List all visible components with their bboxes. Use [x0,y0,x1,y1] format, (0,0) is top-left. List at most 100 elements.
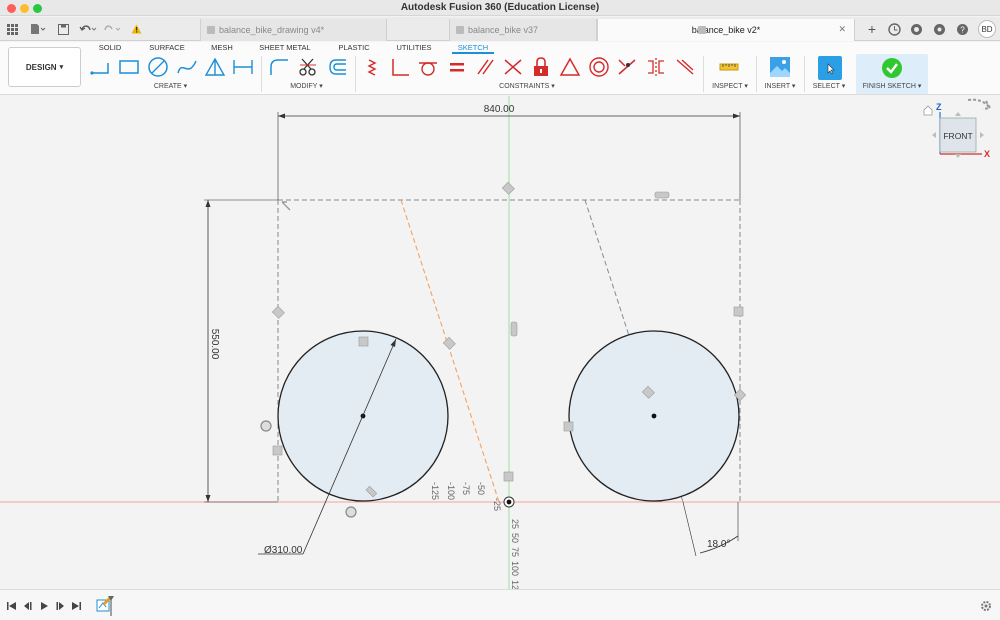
play-icon[interactable] [38,600,50,612]
height-dimension-text[interactable]: 550.00 [209,329,220,360]
timeline-marker[interactable] [108,596,114,616]
constraint-glyph-icon[interactable] [501,181,515,195]
constraints-group-label[interactable]: CONSTRAINTS ▾ [495,82,559,90]
warning-icon[interactable] [129,20,143,38]
measure-ruler-icon[interactable] [718,56,740,78]
perpendicular-glyph-icon[interactable] [281,201,291,211]
ruler-tick: 125 [510,580,520,589]
fillet-tool-icon[interactable] [268,56,290,78]
trim-scissors-icon[interactable] [297,56,319,78]
ruler-tick: 50 [510,533,520,543]
redo-icon[interactable] [102,20,122,38]
tab-balance-bike-v2[interactable]: balance_bike v2* ✕ [597,19,855,41]
perpendicular-constraint-icon[interactable] [389,56,411,78]
fix-lock-icon[interactable] [530,56,552,78]
job-status-icon[interactable] [886,20,902,38]
tab-plastic[interactable]: PLASTIC [335,42,373,54]
width-dimension-text[interactable]: 840.00 [484,104,515,115]
angle-extension-line [682,501,697,557]
collinear-constraint-icon[interactable] [616,56,638,78]
drawing-doc-icon [207,26,215,34]
finish-sketch-button[interactable]: FINISH SKETCH ▾ [858,82,926,90]
tab-solid[interactable]: SOLID [95,42,125,54]
line-tool-icon[interactable] [90,56,112,78]
tab-balance-bike-drawing[interactable]: balance_bike_drawing v4* [200,19,387,41]
constraint-glyph-icon[interactable] [733,306,744,317]
window-title: Autodesk Fusion 360 (Education License) [400,2,600,13]
spline-tool-icon[interactable] [176,56,198,78]
insert-group-label[interactable]: INSERT ▾ [762,82,798,90]
step-back-icon[interactable] [22,600,34,612]
midpoint-constraint-icon[interactable] [502,56,524,78]
viewcube[interactable]: Z X FRONT [916,96,1000,166]
angle-dimension-text[interactable]: 18.0° [707,539,730,550]
finish-sketch-check-icon[interactable] [880,56,904,80]
create-group-label[interactable]: CREATE ▾ [148,82,193,90]
tab-surface[interactable]: SURFACE [147,42,187,54]
new-tab-icon[interactable]: + [864,20,880,38]
ruler-x-ticks: 25 50 75 100 125 [510,519,520,589]
tab-sheet-metal[interactable]: SHEET METAL [257,42,313,54]
circle-tool-icon[interactable] [147,56,169,78]
sketch-canvas[interactable]: 840.00 550.00 Ø310.00 18.0° -25 -50 -75 … [0,96,1000,589]
step-forward-icon[interactable] [54,600,66,612]
triangle-tool-icon[interactable] [204,56,226,78]
go-to-start-icon[interactable] [6,600,18,612]
select-cursor-icon[interactable] [818,56,842,80]
tangent-constraint-icon[interactable] [417,56,439,78]
horizontal-constraint-icon[interactable] [654,191,670,199]
tab-mesh[interactable]: MESH [208,42,236,54]
equal-constraint-icon[interactable] [446,56,468,78]
tab-sketch[interactable]: SKETCH [452,42,494,54]
tangent-glyph-icon[interactable] [358,336,369,347]
coincident-constraint-icon[interactable] [361,56,383,78]
vertical-constraint-icon[interactable] [510,321,518,337]
inspect-group-label[interactable]: INSPECT ▾ [710,82,750,90]
constraint-glyph-icon[interactable] [271,305,285,319]
go-to-end-icon[interactable] [70,600,82,612]
timeline-settings-gear-icon[interactable] [980,600,992,612]
ruler-tick: 75 [510,547,520,557]
workspace-switcher-button[interactable]: DESIGN ▾ [8,47,81,87]
parallel-glyph-icon[interactable] [442,336,456,350]
rear-wheel-center-point[interactable] [651,413,657,419]
modify-group-label[interactable]: MODIFY ▾ [284,82,329,90]
coincident-glyph-icon[interactable] [503,471,514,482]
symmetry-constraint-icon[interactable] [645,56,667,78]
svg-text:?: ? [960,25,965,34]
ribbon-toolbar: DESIGN ▾ SOLID SURFACE MESH SHEET METAL … [0,42,1000,95]
tab-utilities[interactable]: UTILITIES [393,42,435,54]
curvature-constraint-icon[interactable] [674,56,696,78]
home-view-icon[interactable] [923,105,933,116]
concentric-glyph-icon[interactable] [260,420,272,432]
user-avatar[interactable]: BD [978,20,996,38]
sketch-drawing[interactable]: 840.00 550.00 Ø310.00 18.0° -25 -50 -75 … [0,96,1000,589]
design-doc-icon [698,26,706,34]
orbit-arrow-icon[interactable] [967,98,992,110]
notifications-icon[interactable] [908,20,924,38]
close-tab-icon[interactable]: ✕ [838,24,846,35]
workspace-label: DESIGN [25,62,57,72]
tab-balance-bike-v37[interactable]: balance_bike v37 [449,19,597,41]
insert-image-icon[interactable] [769,56,791,78]
dimension-tool-icon[interactable] [232,56,254,78]
tangent-glyph-icon[interactable] [272,445,283,456]
rectangle-tool-icon[interactable] [118,56,140,78]
concentric-constraint-icon[interactable] [588,56,610,78]
ruler-tick: -75 [461,482,471,495]
offset-tool-icon[interactable] [326,56,348,78]
horizontal-vertical-constraint-icon[interactable] [559,56,581,78]
diameter-dimension-text[interactable]: Ø310.00 [264,545,303,556]
app-grid-icon[interactable] [5,20,19,38]
save-icon[interactable] [56,20,70,38]
undo-icon[interactable] [78,20,98,38]
parallel-constraint-icon[interactable] [474,56,496,78]
toolbar-divider [804,56,805,92]
extensions-icon[interactable] [931,20,947,38]
z-axis-label: Z [936,102,942,112]
file-menu-icon[interactable] [28,20,48,38]
help-icon[interactable]: ? [954,20,970,38]
tangent-glyph-icon[interactable] [563,421,574,432]
select-group-label[interactable]: SELECT ▾ [810,82,848,90]
concentric-glyph-icon[interactable] [345,506,357,518]
